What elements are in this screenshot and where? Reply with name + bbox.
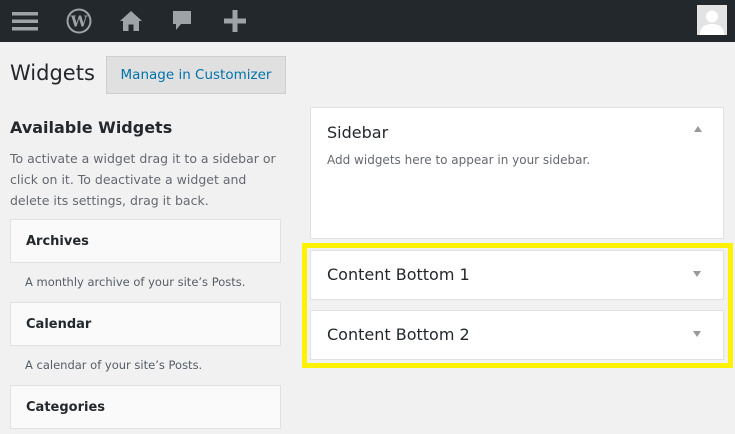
admin-bar: W <box>0 0 735 42</box>
manage-in-customizer-button[interactable]: Manage in Customizer <box>106 56 286 94</box>
sidebar-description: Add widgets here to appear in your sideb… <box>327 153 591 167</box>
collapse-arrow-icon[interactable] <box>694 126 702 132</box>
comments-icon[interactable] <box>168 0 196 42</box>
content-bottom-2-title: Content Bottom 2 <box>327 325 470 344</box>
expand-arrow-icon[interactable] <box>693 331 701 337</box>
widget-archives[interactable]: Archives <box>10 219 281 263</box>
sidebar-widget-area[interactable]: Sidebar Add widgets here to appear in yo… <box>310 107 724 239</box>
available-widgets-heading: Available Widgets <box>10 118 173 137</box>
sidebar-title: Sidebar <box>327 123 389 142</box>
content-bottom-1-area[interactable]: Content Bottom 1 <box>310 250 724 300</box>
widget-calendar-description: A calendar of your site’s Posts. <box>25 358 203 372</box>
available-widgets-description: To activate a widget drag it to a sideba… <box>10 151 276 208</box>
content-bottom-2-area[interactable]: Content Bottom 2 <box>310 310 724 360</box>
widget-calendar[interactable]: Calendar <box>10 302 281 346</box>
menu-icon[interactable] <box>8 0 42 42</box>
add-new-icon[interactable] <box>220 0 250 42</box>
svg-text:W: W <box>70 13 89 31</box>
widget-categories[interactable]: Categories <box>10 385 281 429</box>
content-bottom-1-title: Content Bottom 1 <box>327 265 470 284</box>
avatar-icon[interactable] <box>697 5 727 35</box>
page-title: Widgets <box>10 61 95 85</box>
wordpress-logo-icon[interactable]: W <box>64 0 94 42</box>
widget-archives-description: A monthly archive of your site’s Posts. <box>25 275 246 289</box>
home-icon[interactable] <box>116 0 146 42</box>
expand-arrow-icon[interactable] <box>693 271 701 277</box>
